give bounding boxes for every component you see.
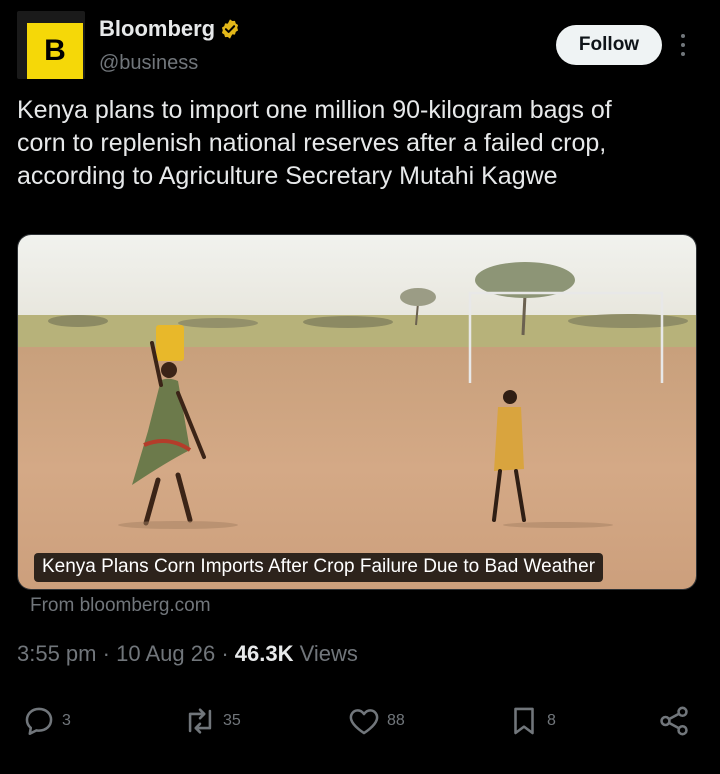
reply-count: 3 xyxy=(62,712,71,729)
card-source[interactable]: From bloomberg.com xyxy=(30,595,211,617)
card-title: Kenya Plans Corn Imports After Crop Fail… xyxy=(34,553,604,582)
repost-count: 35 xyxy=(223,712,241,729)
timestamp-date[interactable]: 10 Aug 26 xyxy=(116,641,215,666)
heart-icon xyxy=(349,709,379,735)
tweet-meta: 3:55 pm · 10 Aug 26 · 46.3K Views xyxy=(17,641,358,667)
display-name[interactable]: Bloomberg xyxy=(99,16,215,42)
reply-icon xyxy=(25,707,53,736)
bookmark-button[interactable]: 8 xyxy=(507,700,556,742)
verified-badge-icon xyxy=(222,19,239,39)
repost-icon xyxy=(188,708,212,734)
link-card[interactable]: Kenya Plans Corn Imports After Crop Fail… xyxy=(17,234,697,590)
reply-button[interactable]: 3 xyxy=(22,700,71,742)
bookmark-count: 8 xyxy=(547,712,556,729)
tweet-line: corn to replenish national reserves afte… xyxy=(17,129,607,157)
separator: · xyxy=(221,641,229,666)
separator: · xyxy=(102,641,110,666)
like-button[interactable]: 88 xyxy=(347,700,405,742)
like-count: 88 xyxy=(387,712,405,729)
bookmark-icon xyxy=(514,707,534,735)
bloomberg-logo: B xyxy=(27,23,83,79)
tweet-line: Kenya plans to import one million 90-kil… xyxy=(17,96,612,124)
logo-letter: B xyxy=(44,34,66,67)
more-options-icon[interactable] xyxy=(676,30,690,60)
author-handle[interactable]: @business xyxy=(99,52,198,75)
repost-button[interactable]: 35 xyxy=(183,700,241,742)
views-count: 46.3K xyxy=(234,641,294,666)
avatar[interactable]: B xyxy=(17,11,85,79)
author-name-row: Bloomberg xyxy=(99,16,241,42)
views-label: Views xyxy=(299,641,358,666)
tweet-line: according to Agriculture Secretary Mutah… xyxy=(17,162,558,190)
share-icon xyxy=(660,706,688,736)
follow-button[interactable]: Follow xyxy=(556,25,662,65)
share-button[interactable] xyxy=(657,700,691,742)
action-bar: 3 35 88 8 xyxy=(0,700,720,742)
card-photo xyxy=(18,235,696,589)
tweet-text: Kenya plans to import one million 90-kil… xyxy=(17,94,707,193)
timestamp-time[interactable]: 3:55 pm xyxy=(17,641,97,666)
